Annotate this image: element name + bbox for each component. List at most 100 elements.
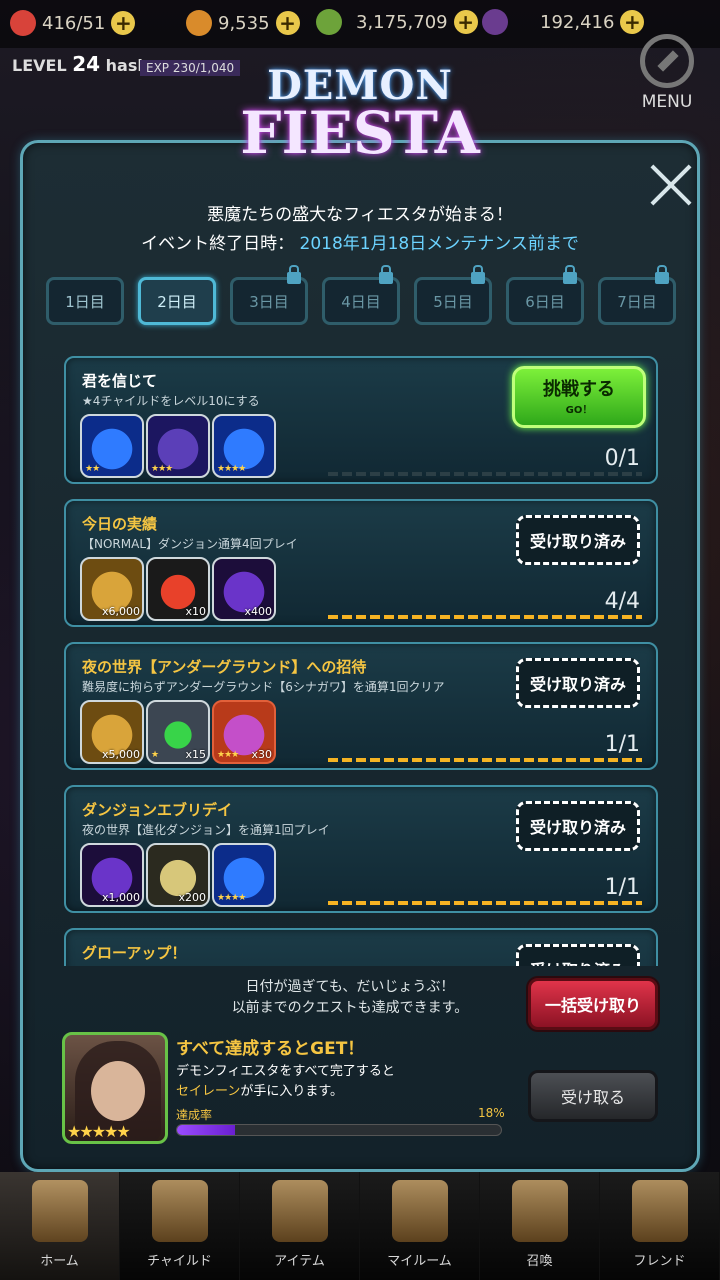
blue-blob-icon[interactable]: ★★: [80, 414, 144, 478]
gold-icon: [316, 9, 342, 35]
day-tabs: 1日目 2日目 3日目 4日目 5日目 6日目 7日目: [46, 265, 676, 325]
quest-title: グローアップ！: [82, 944, 187, 962]
claimed-button[interactable]: 受け取り済み: [516, 944, 640, 966]
quest-title: ダンジョンエブリデイ: [82, 801, 233, 819]
item-count: x200: [178, 891, 206, 904]
item-count: x1,000: [101, 891, 140, 904]
nav-label: マイルーム: [387, 1254, 452, 1269]
gold-value: 3,175,709: [356, 11, 448, 33]
tab-day-3[interactable]: 3日目: [230, 265, 308, 325]
reward-title: すべて達成するとGET！: [176, 1039, 365, 1059]
nav-shield[interactable]: フレンド: [600, 1172, 720, 1280]
heart-icon[interactable]: x10: [146, 557, 210, 621]
challenge-button[interactable]: 挑戦する GO！: [512, 366, 646, 428]
blue-blob-icon[interactable]: ★★★★: [212, 843, 276, 907]
nav-potion[interactable]: 召喚: [480, 1172, 600, 1280]
reward-items: x6,000 x10 x400: [80, 557, 276, 621]
flame-icon: [151, 1180, 208, 1242]
quest-progress-bar: [328, 901, 642, 905]
quest-progress-fill: [328, 615, 642, 619]
completion-rate-label: 達成率: [176, 1108, 213, 1122]
gems-value: 9,535: [218, 12, 270, 34]
potion-icon: [511, 1180, 568, 1242]
end-value: 2018年1月18日メンテナンス前まで: [299, 234, 579, 254]
receive-button[interactable]: 受け取る: [528, 1070, 658, 1122]
blue-blob-icon[interactable]: ★★★★: [212, 414, 276, 478]
quest-card: 君を信じて ★4チャイルドをレベル10にする ★★ ★★★ ★★★★ 0/1 挑戦する GO！: [64, 356, 658, 484]
tab-day-5[interactable]: 5日目: [414, 265, 492, 325]
purple-gem-icon[interactable]: x400: [212, 557, 276, 621]
armor-icon: [271, 1180, 328, 1242]
quest-card: ダンジョンエブリデイ 夜の世界【進化ダンジョン】を通算1回プレイ x1,000 x20…: [64, 785, 658, 913]
bulk-receive-button[interactable]: 一括受け取り: [528, 978, 658, 1030]
item-count: x10: [185, 605, 206, 618]
tab-label: 3日目: [249, 292, 289, 311]
green-gem-icon[interactable]: x15 ★: [146, 700, 210, 764]
home-icon: [31, 1180, 88, 1242]
quest-title: 君を信じて: [82, 372, 158, 390]
item-stars: ★★★★: [217, 464, 246, 474]
exp-bar: EXP 230/1,040: [140, 60, 241, 76]
level-value: 24: [72, 52, 101, 76]
claimed-button[interactable]: 受け取り済み: [516, 658, 640, 708]
add-gems-button[interactable]: +: [275, 11, 300, 35]
pink-blob-icon[interactable]: x30 ★★★: [212, 700, 276, 764]
tab-day-4[interactable]: 4日目: [322, 265, 400, 325]
quest-title: 今日の実績: [82, 515, 158, 533]
gold-coins-icon[interactable]: x6,000: [80, 557, 144, 621]
item-stars: ★★★★: [217, 893, 246, 903]
item-count: x400: [244, 605, 272, 618]
purple-gem-icon[interactable]: x1,000: [80, 843, 144, 907]
nav-label: チャイルド: [147, 1254, 212, 1269]
quest-desc: ★4チャイルドをレベル10にする: [82, 394, 260, 408]
nav-label: アイテム: [274, 1254, 325, 1269]
completion-rate-fill: [177, 1125, 236, 1135]
crown-icon: [391, 1180, 448, 1242]
quest-progress-fill: [328, 758, 642, 762]
medal-resource: 192,416 +: [482, 9, 645, 35]
challenge-sub: GO！: [565, 405, 593, 416]
reward-items: x5,000 x15 ★ x30 ★★★: [80, 700, 276, 764]
quest-progress-bar: [328, 472, 642, 476]
gem-icon: [186, 10, 212, 36]
item-stars: ★★★: [217, 750, 239, 760]
nav-home[interactable]: ホーム: [0, 1172, 120, 1280]
event-subtitle: 悪魔たちの盛大なフィエスタが始まる！: [207, 205, 513, 225]
item-count: x15: [185, 748, 206, 761]
tab-day-7[interactable]: 7日目: [598, 265, 676, 325]
quest-progress-bar: [328, 758, 642, 762]
claimed-button[interactable]: 受け取り済み: [516, 515, 640, 565]
nav-armor[interactable]: アイテム: [240, 1172, 360, 1280]
quest-title: 夜の世界【アンダーグラウンド】への招待: [82, 658, 367, 676]
nav-crown[interactable]: マイルーム: [360, 1172, 480, 1280]
add-medal-button[interactable]: +: [620, 10, 645, 34]
event-logo: DEMON FIESTA: [230, 62, 490, 182]
completion-rate-value: 18%: [478, 1106, 505, 1120]
item-stars: ★★★: [151, 464, 173, 474]
nav-flame[interactable]: チャイルド: [120, 1172, 240, 1280]
menu-button[interactable]: MENU: [634, 34, 700, 112]
claimed-button[interactable]: 受け取り済み: [516, 801, 640, 851]
menu-label: MENU: [641, 92, 693, 112]
lock-icon: [287, 265, 301, 284]
add-gold-button[interactable]: +: [453, 10, 478, 34]
nav-label: フレンド: [633, 1254, 686, 1269]
tab-day-2[interactable]: 2日目: [138, 277, 216, 325]
add-stamina-button[interactable]: +: [111, 11, 136, 35]
tab-day-1[interactable]: 1日目: [46, 277, 124, 325]
challenge-label: 挑戦する: [543, 379, 615, 400]
quest-list[interactable]: 君を信じて ★4チャイルドをレベル10にする ★★ ★★★ ★★★★ 0/1 挑戦する GO！…: [52, 342, 670, 966]
tab-day-6[interactable]: 6日目: [506, 265, 584, 325]
item-count: x6,000: [101, 605, 140, 618]
end-label: イベント終了日時：: [141, 234, 295, 254]
logo-line2: FIESTA: [240, 99, 480, 167]
coin-icon[interactable]: x200: [146, 843, 210, 907]
tab-label: 6日目: [525, 292, 565, 311]
event-end-date: イベント終了日時： 2018年1月18日メンテナンス前まで: [0, 229, 720, 254]
completion-rate-bar: [176, 1124, 502, 1136]
quest-progress-bar: [328, 615, 642, 619]
purple-blob-icon[interactable]: ★★★: [146, 414, 210, 478]
gold-coins-icon[interactable]: x5,000: [80, 700, 144, 764]
quest-card: グローアップ！ 夜の世界【進化ダンジョン】通算1回プレイ 受け取り済み: [64, 928, 658, 966]
quest-desc: 【NORMAL】ダンジョン通算4回プレイ: [82, 537, 298, 551]
